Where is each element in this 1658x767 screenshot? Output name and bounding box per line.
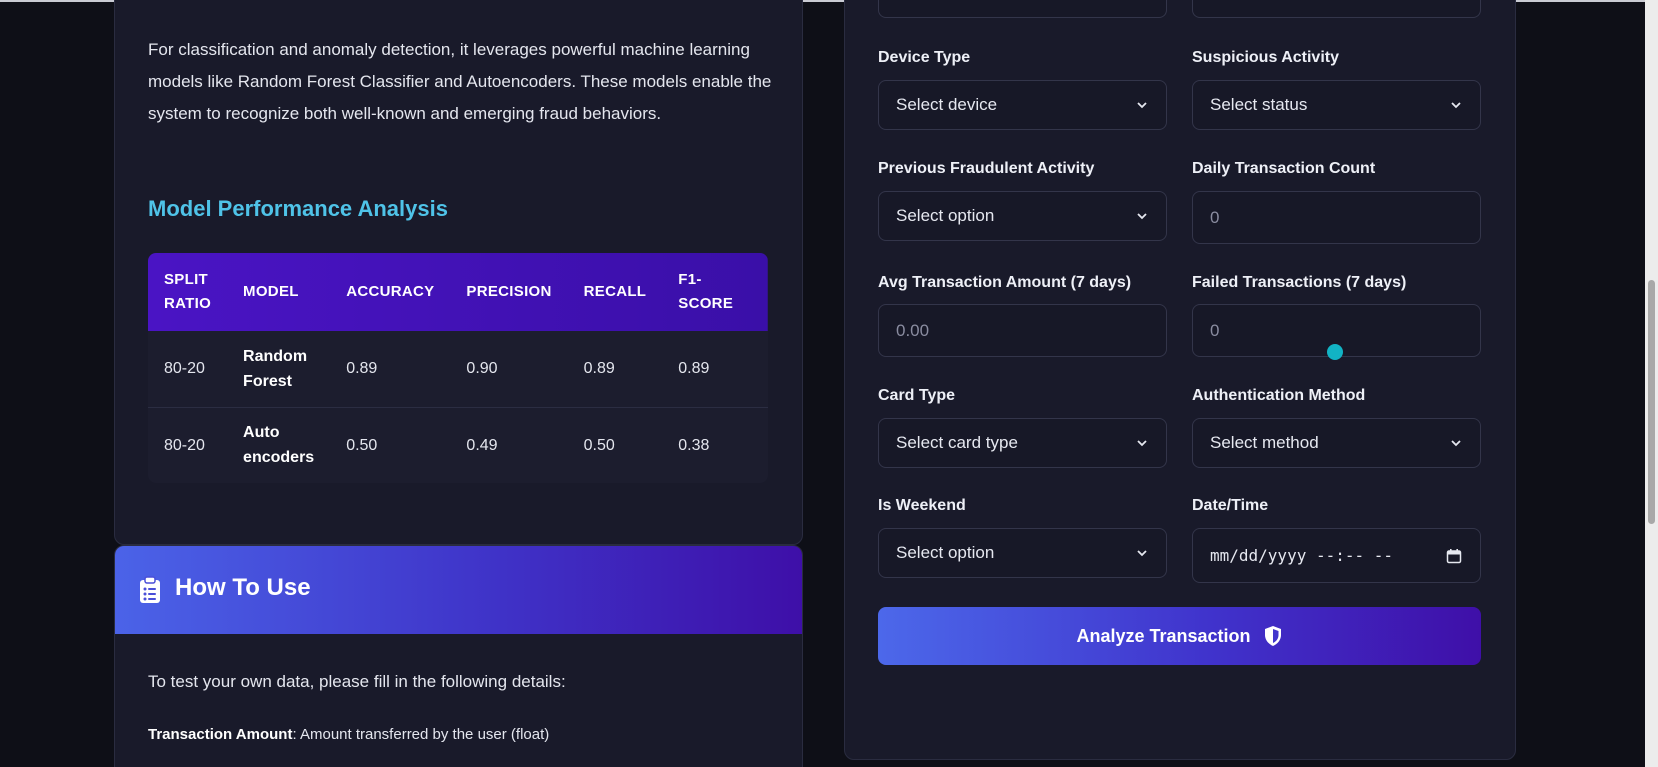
performance-table: SPLIT RATIO MODEL ACCURACY PRECISION REC… — [148, 253, 768, 483]
chevron-down-icon — [1451, 440, 1461, 447]
column-header-accuracy: ACCURACY — [346, 283, 435, 300]
cell-accuracy: 0.50 — [346, 436, 378, 454]
calendar-icon[interactable] — [1446, 548, 1462, 564]
failed-transactions-placeholder: 0 — [1210, 320, 1220, 340]
cell-f1: 0.89 — [678, 360, 710, 378]
avg-amount-placeholder: 0.00 — [896, 320, 930, 340]
card-type-label: Card Type — [878, 387, 956, 404]
previous-field-bottom-edge — [1192, 0, 1481, 18]
scrollbar-thumb[interactable] — [1648, 280, 1655, 524]
how-to-use-header: How To Use — [115, 546, 802, 634]
failed-transactions-label: Failed Transactions (7 days) — [1192, 274, 1407, 291]
daily-count-label: Daily Transaction Count — [1192, 160, 1376, 177]
datetime-placeholder: mm/dd/yyyy --:-- -- — [1210, 546, 1394, 565]
previous-fraud-select[interactable]: Select option — [878, 191, 1167, 241]
table-row: 80-20 Random Forest 0.89 0.90 0.89 0.89 — [148, 331, 768, 407]
device-type-value: Select device — [896, 95, 998, 114]
cell-precision: 0.90 — [466, 360, 498, 378]
datetime-label: Date/Time — [1192, 497, 1269, 514]
cell-split: 80-20 — [164, 360, 205, 378]
cell-recall: 0.50 — [583, 436, 615, 454]
avg-amount-label: Avg Transaction Amount (7 days) — [878, 274, 1132, 291]
column-header-f1-score: F1-SCORE — [678, 271, 734, 312]
column-header-recall: RECALL — [583, 283, 647, 300]
is-weekend-label: Is Weekend — [878, 497, 966, 514]
avg-amount-input[interactable]: 0.00 — [878, 304, 1167, 357]
device-type-select[interactable]: Select device — [878, 80, 1167, 130]
chevron-down-icon — [1137, 102, 1147, 109]
table-header-row: SPLIT RATIO MODEL ACCURACY PRECISION REC… — [148, 253, 768, 331]
cell-accuracy: 0.89 — [346, 360, 378, 378]
auth-method-select[interactable]: Select method — [1192, 418, 1481, 468]
auth-method-value: Select method — [1210, 433, 1319, 452]
cell-precision: 0.49 — [466, 436, 498, 454]
column-header-precision: PRECISION — [466, 283, 552, 300]
performance-title: Model Performance Analysis — [148, 196, 448, 221]
cell-split: 80-20 — [164, 436, 205, 454]
is-weekend-select[interactable]: Select option — [878, 528, 1167, 578]
about-intro-text: For classification and anomaly detection… — [148, 40, 772, 123]
clipboard-list-icon — [140, 576, 160, 603]
chevron-down-icon — [1137, 213, 1147, 220]
how-to-use-field: Transaction Amount: Amount transferred b… — [148, 726, 549, 743]
suspicious-activity-value: Select status — [1210, 95, 1308, 114]
analyze-transaction-label: Analyze Transaction — [1076, 625, 1251, 646]
auth-method-label: Authentication Method — [1192, 387, 1366, 404]
shield-icon — [1264, 626, 1281, 646]
field-description: : Amount transferred by the user (float) — [292, 726, 550, 743]
chevron-down-icon — [1451, 102, 1461, 109]
previous-fraud-value: Select option — [896, 206, 995, 225]
previous-field-bottom-edge — [878, 0, 1167, 18]
how-to-use-intro: To test your own data, please fill in th… — [148, 672, 566, 691]
cell-model: Auto encoders — [243, 424, 315, 467]
datetime-input[interactable]: mm/dd/yyyy --:-- -- — [1192, 528, 1481, 583]
cell-f1: 0.38 — [678, 436, 710, 454]
suspicious-activity-label: Suspicious Activity — [1192, 49, 1339, 66]
cursor-indicator-dot — [1327, 344, 1343, 360]
chevron-down-icon — [1137, 550, 1147, 557]
cell-model: Random Forest — [243, 347, 308, 390]
device-type-label: Device Type — [878, 49, 971, 66]
column-header-model: MODEL — [243, 283, 299, 300]
card-type-value: Select card type — [896, 433, 1018, 452]
is-weekend-value: Select option — [896, 543, 995, 562]
field-name: Transaction Amount — [148, 726, 293, 743]
table-row: 80-20 Auto encoders 0.50 0.49 0.50 0.38 — [148, 407, 768, 483]
daily-count-placeholder: 0 — [1210, 207, 1220, 227]
chevron-down-icon — [1137, 440, 1147, 447]
suspicious-activity-select[interactable]: Select status — [1192, 80, 1481, 130]
card-type-select[interactable]: Select card type — [878, 418, 1167, 468]
cell-recall: 0.89 — [583, 360, 615, 378]
analyze-transaction-button[interactable]: Analyze Transaction — [878, 607, 1481, 665]
how-to-use-title: How To Use — [175, 574, 311, 601]
daily-count-input[interactable]: 0 — [1192, 191, 1481, 244]
previous-fraud-label: Previous Fraudulent Activity — [878, 160, 1095, 177]
column-header-split-ratio: SPLIT RATIO — [164, 271, 212, 312]
